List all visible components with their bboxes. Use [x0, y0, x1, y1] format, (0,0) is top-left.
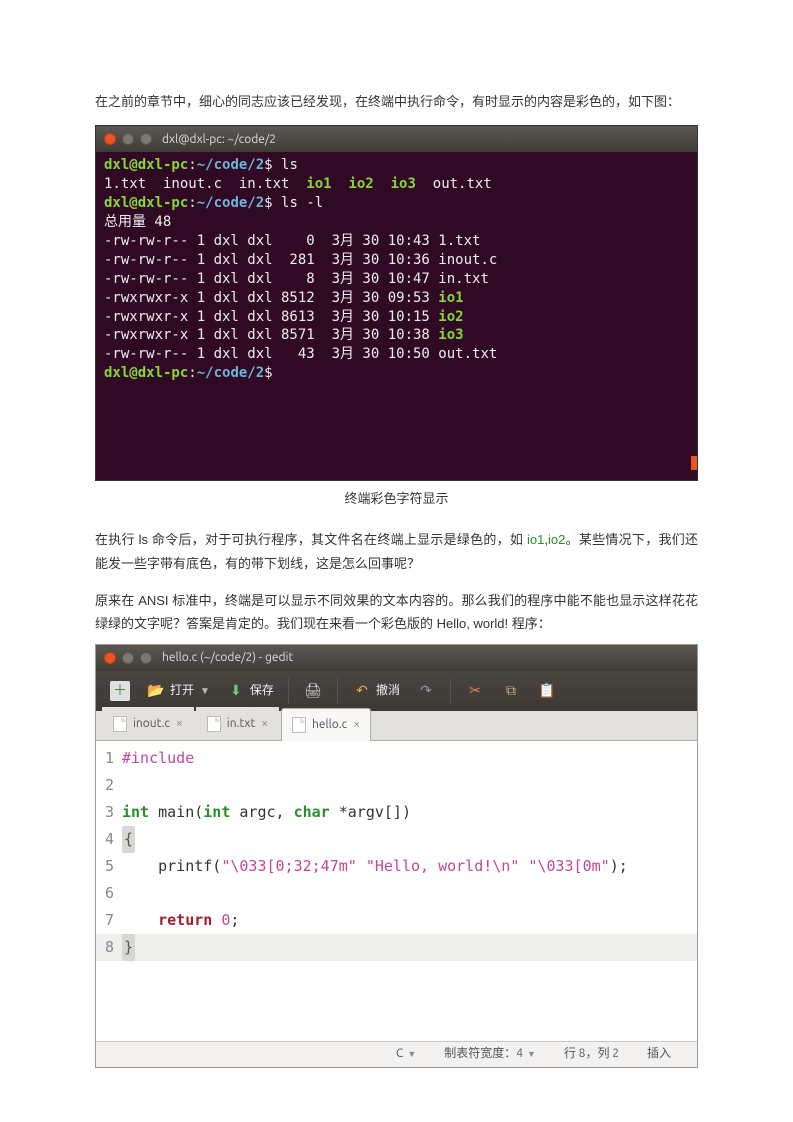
mid-paragraph-1: 在执行 ls 命令后，对于可执行程序，其文件名在终端上显示是绿色的，如 io1,…: [95, 528, 698, 575]
status-lang-label: C: [396, 1043, 403, 1065]
save-button[interactable]: ⬇ 保存: [220, 676, 280, 706]
redo-button[interactable]: ↷: [410, 677, 442, 705]
chevron-down-icon: ▼: [407, 1046, 416, 1062]
code-line: 7 return 0;: [96, 907, 697, 934]
chevron-down-icon: ▼: [527, 1046, 536, 1062]
code-line: 1#include: [96, 745, 697, 772]
copy-button[interactable]: ⧉: [495, 677, 527, 705]
code-line: 8}: [96, 934, 697, 961]
status-insert-mode: 插入: [647, 1043, 671, 1065]
new-button[interactable]: ＋: [104, 677, 136, 705]
undo-icon: ↶: [352, 681, 372, 701]
text: 在执行 ls 命令后，对于可执行程序，其文件名在终端上显示是绿色的，如: [95, 532, 527, 547]
mid-paragraph-2: 原来在 ANSI 标准中，终端是可以显示不同效果的文本内容的。那么我们的程序中能…: [95, 589, 698, 636]
gedit-titlebar: hello.c (~/code/2) - gedit: [96, 645, 697, 671]
terminal-body[interactable]: dxl@dxl-pc:~/code/2$ ls1.txt inout.c in.…: [96, 152, 697, 479]
separator: [288, 678, 289, 704]
close-icon[interactable]: [104, 133, 116, 145]
editor-tab[interactable]: inout.c ×: [102, 707, 194, 740]
paste-icon: 📋: [537, 681, 557, 701]
line-number: 2: [96, 772, 122, 799]
status-cursor-pos: 行 8，列 2: [564, 1043, 619, 1065]
terminal-window: dxl@dxl-pc: ~/code/2 dxl@dxl-pc:~/code/2…: [95, 125, 698, 480]
separator: [337, 678, 338, 704]
editor-tab[interactable]: hello.c ×: [281, 708, 371, 741]
inline-io2: io2: [548, 532, 565, 547]
save-label: 保存: [250, 680, 274, 702]
line-number: 5: [96, 853, 122, 880]
redo-icon: ↷: [416, 681, 436, 701]
code-editor[interactable]: 1#include 23int main(int argc, char *arg…: [96, 741, 697, 1041]
status-language[interactable]: C ▼: [396, 1043, 416, 1065]
minimize-icon[interactable]: [122, 652, 134, 664]
minimize-icon[interactable]: [122, 133, 134, 145]
open-button[interactable]: 📂 打开 ▼: [140, 676, 216, 706]
cut-icon: ✂: [465, 681, 485, 701]
intro-paragraph-1: 在之前的章节中，细心的同志应该已经发现，在终端中执行命令，有时显示的内容是彩色的…: [95, 90, 698, 113]
open-label: 打开: [170, 680, 194, 702]
separator: [450, 678, 451, 704]
code-line: 6: [96, 880, 697, 907]
gedit-statusbar: C ▼ 制表符宽度：4 ▼ 行 8，列 2 插入: [96, 1041, 697, 1067]
gedit-tabbar: inout.c ×in.txt ×hello.c ×: [96, 711, 697, 741]
close-tab-icon[interactable]: ×: [176, 713, 183, 735]
gedit-window: hello.c (~/code/2) - gedit ＋ 📂 打开 ▼ ⬇ 保存…: [95, 644, 698, 1068]
line-number: 7: [96, 907, 122, 934]
line-number: 3: [96, 799, 122, 826]
close-tab-icon[interactable]: ×: [261, 713, 268, 735]
line-number: 8: [96, 934, 122, 961]
line-number: 1: [96, 745, 122, 772]
terminal-titlebar: dxl@dxl-pc: ~/code/2: [96, 126, 697, 152]
status-tabwidth[interactable]: 制表符宽度：4 ▼: [444, 1043, 536, 1065]
terminal-title: dxl@dxl-pc: ~/code/2: [162, 129, 276, 151]
close-tab-icon[interactable]: ×: [353, 714, 360, 736]
file-icon: [113, 716, 127, 732]
print-icon: 🖨: [303, 681, 323, 701]
undo-label: 撤消: [376, 680, 400, 702]
cut-button[interactable]: ✂: [459, 677, 491, 705]
file-icon: [207, 716, 221, 732]
status-tab-label: 制表符宽度：4: [444, 1043, 523, 1065]
code-line: 3int main(int argc, char *argv[]): [96, 799, 697, 826]
chevron-down-icon: ▼: [200, 682, 210, 700]
undo-button[interactable]: ↶ 撤消: [346, 676, 406, 706]
maximize-icon[interactable]: [140, 652, 152, 664]
line-number: 4: [96, 826, 122, 853]
tab-label: hello.c: [312, 714, 347, 736]
maximize-icon[interactable]: [140, 133, 152, 145]
terminal-caption: 终端彩色字符显示: [95, 487, 698, 510]
paste-button[interactable]: 📋: [531, 677, 563, 705]
gedit-toolbar: ＋ 📂 打开 ▼ ⬇ 保存 🖨 ↶ 撤消 ↷ ✂ ⧉ 📋: [96, 671, 697, 711]
code-line: 4{: [96, 826, 697, 853]
file-icon: [292, 717, 306, 733]
print-button[interactable]: 🖨: [297, 677, 329, 705]
close-icon[interactable]: [104, 652, 116, 664]
tab-label: in.txt: [227, 713, 255, 735]
inline-io1: io1: [527, 532, 544, 547]
open-icon: 📂: [146, 681, 166, 701]
line-number: 6: [96, 880, 122, 907]
code-line: 2: [96, 772, 697, 799]
new-file-icon: ＋: [110, 681, 130, 701]
code-line: 5 printf("\033[0;32;47m" "Hello, world!\…: [96, 853, 697, 880]
scroll-indicator: [691, 456, 697, 470]
copy-icon: ⧉: [501, 681, 521, 701]
tab-label: inout.c: [133, 713, 170, 735]
editor-tab[interactable]: in.txt ×: [196, 707, 279, 740]
save-icon: ⬇: [226, 681, 246, 701]
gedit-title: hello.c (~/code/2) - gedit: [162, 647, 293, 669]
